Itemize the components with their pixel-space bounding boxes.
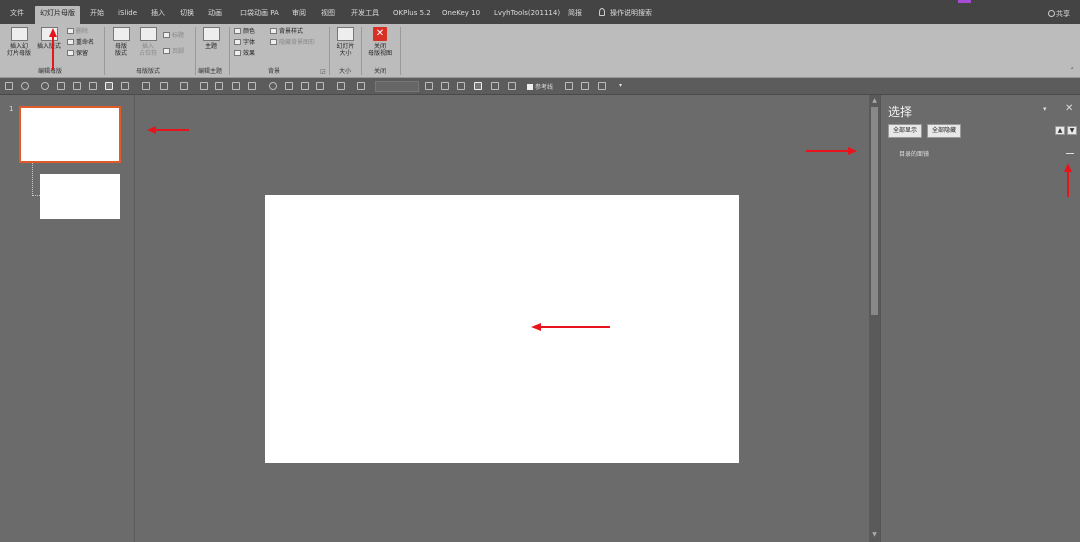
annotation-arrowhead-thumbnail	[147, 126, 156, 134]
annotation-arrowhead-scrollbar	[848, 147, 857, 155]
annotation-arrowhead-visibility	[1064, 163, 1072, 172]
annotation-arrowhead-tab	[49, 28, 57, 37]
annotation-arrowhead-slide	[531, 323, 541, 331]
annotation-arrows	[49, 28, 1072, 331]
